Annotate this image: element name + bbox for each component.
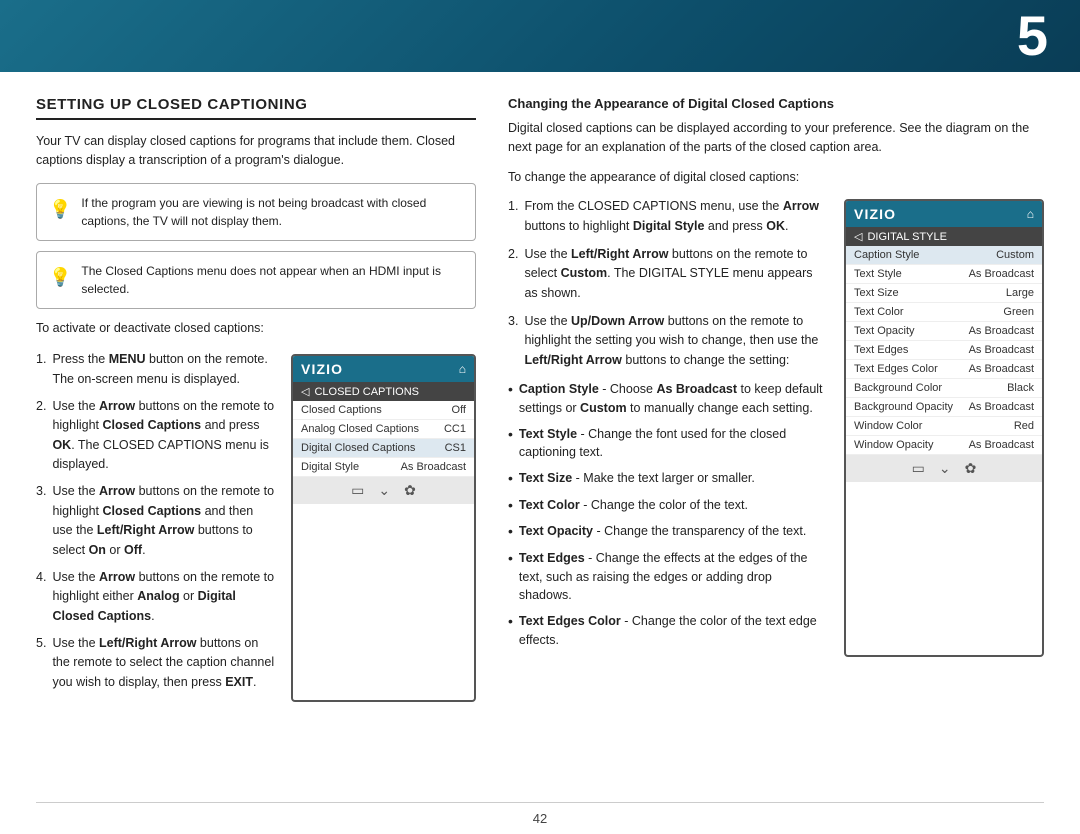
vizio-menu-header-right: VIZIO ⌂ bbox=[846, 201, 1042, 227]
tip-text-2: The Closed Captions menu does not appear… bbox=[81, 262, 463, 298]
menu-icon-settings: ✿ bbox=[404, 482, 416, 499]
page-number: 42 bbox=[36, 802, 1044, 826]
lightbulb-icon-2: 💡 bbox=[49, 264, 71, 291]
list-item: • Text Size - Make the text larger or sm… bbox=[508, 469, 828, 489]
steps-block: 1. Press the MENU button on the remote. … bbox=[36, 350, 476, 702]
list-item: 1. Press the MENU button on the remote. … bbox=[36, 350, 275, 389]
list-item: • Text Edges - Change the effects at the… bbox=[508, 549, 828, 605]
right-column: Changing the Appearance of Digital Close… bbox=[508, 96, 1044, 786]
list-item: 1. From the CLOSED CAPTIONS menu, use th… bbox=[508, 197, 828, 236]
list-item: 3. Use the Arrow buttons on the remote t… bbox=[36, 482, 275, 560]
chapter-number: 5 bbox=[1017, 8, 1048, 64]
section-title: SETTING UP CLOSED CAPTIONING bbox=[36, 96, 476, 120]
menu-row: Analog Closed Captions CC1 bbox=[293, 420, 474, 439]
menu-section-label-left: CLOSED CAPTIONS bbox=[314, 386, 419, 398]
list-item: 5. Use the Left/Right Arrow buttons on t… bbox=[36, 634, 275, 692]
steps-text: 1. Press the MENU button on the remote. … bbox=[36, 350, 275, 702]
list-item: • Text Edges Color - Change the color of… bbox=[508, 612, 828, 650]
left-column: SETTING UP CLOSED CAPTIONING Your TV can… bbox=[36, 96, 476, 786]
list-item: 4. Use the Arrow buttons on the remote t… bbox=[36, 568, 275, 626]
list-item: 2. Use the Arrow buttons on the remote t… bbox=[36, 397, 275, 475]
menu-icon-rect-r: ▭ bbox=[912, 460, 925, 477]
menu-row: Text Opacity As Broadcast bbox=[846, 322, 1042, 341]
menu-row: Text Edges Color As Broadcast bbox=[846, 360, 1042, 379]
vizio-logo-right: VIZIO bbox=[854, 206, 896, 222]
menu-icon-down: ⌄ bbox=[378, 482, 390, 499]
menu-row: Window Color Red bbox=[846, 417, 1042, 436]
menu-row: Background Color Black bbox=[846, 379, 1042, 398]
right-content-block: 1. From the CLOSED CAPTIONS menu, use th… bbox=[508, 197, 1044, 657]
vizio-menu-footer-left: ▭ ⌄ ✿ bbox=[293, 477, 474, 504]
activate-label: To activate or deactivate closed caption… bbox=[36, 319, 476, 338]
top-bar: 5 bbox=[0, 0, 1080, 72]
menu-row: Text Style As Broadcast bbox=[846, 265, 1042, 284]
steps-list: 1. Press the MENU button on the remote. … bbox=[36, 350, 275, 692]
vizio-menu-left: VIZIO ⌂ ◁ CLOSED CAPTIONS Closed Caption… bbox=[291, 354, 476, 702]
right-section-title: Changing the Appearance of Digital Close… bbox=[508, 96, 1044, 111]
menu-section-right: ◁ DIGITAL STYLE bbox=[846, 227, 1042, 246]
menu-row: Text Size Large bbox=[846, 284, 1042, 303]
right-intro-2: To change the appearance of digital clos… bbox=[508, 168, 1044, 187]
bullet-list: • Caption Style - Choose As Broadcast to… bbox=[508, 380, 828, 650]
list-item: 3. Use the Up/Down Arrow buttons on the … bbox=[508, 312, 828, 370]
home-icon-left: ⌂ bbox=[459, 362, 466, 376]
list-item: • Text Opacity - Change the transparency… bbox=[508, 522, 828, 542]
tip-text-1: If the program you are viewing is not be… bbox=[81, 194, 463, 230]
list-item: • Caption Style - Choose As Broadcast to… bbox=[508, 380, 828, 418]
right-intro-1: Digital closed captions can be displayed… bbox=[508, 119, 1044, 158]
vizio-logo-left: VIZIO bbox=[301, 361, 343, 377]
menu-icon-rect: ▭ bbox=[351, 482, 364, 499]
menu-row-highlighted: Caption Style Custom bbox=[846, 246, 1042, 265]
tip-box-1: 💡 If the program you are viewing is not … bbox=[36, 183, 476, 241]
menu-row: Text Color Green bbox=[846, 303, 1042, 322]
menu-row-highlighted: Digital Closed Captions CS1 bbox=[293, 439, 474, 458]
main-content: SETTING UP CLOSED CAPTIONING Your TV can… bbox=[0, 72, 1080, 802]
menu-icon-down-r: ⌄ bbox=[939, 460, 951, 477]
list-item: • Text Style - Change the font used for … bbox=[508, 425, 828, 463]
menu-icon-settings-r: ✿ bbox=[965, 460, 977, 477]
menu-row: Text Edges As Broadcast bbox=[846, 341, 1042, 360]
right-steps-list: 1. From the CLOSED CAPTIONS menu, use th… bbox=[508, 197, 828, 370]
list-item: • Text Color - Change the color of the t… bbox=[508, 496, 828, 516]
menu-section-label-right: DIGITAL STYLE bbox=[867, 231, 946, 243]
vizio-menu-right: VIZIO ⌂ ◁ DIGITAL STYLE Caption Style Cu… bbox=[844, 199, 1044, 657]
lightbulb-icon-1: 💡 bbox=[49, 196, 71, 223]
list-item: 2. Use the Left/Right Arrow buttons on t… bbox=[508, 245, 828, 303]
menu-section-left: ◁ CLOSED CAPTIONS bbox=[293, 382, 474, 401]
vizio-menu-footer-right: ▭ ⌄ ✿ bbox=[846, 455, 1042, 482]
menu-row: Background Opacity As Broadcast bbox=[846, 398, 1042, 417]
intro-text: Your TV can display closed captions for … bbox=[36, 132, 476, 171]
vizio-menu-header-left: VIZIO ⌂ bbox=[293, 356, 474, 382]
menu-row: Closed Captions Off bbox=[293, 401, 474, 420]
right-steps-text: 1. From the CLOSED CAPTIONS menu, use th… bbox=[508, 197, 828, 657]
tip-box-2: 💡 The Closed Captions menu does not appe… bbox=[36, 251, 476, 309]
menu-row: Window Opacity As Broadcast bbox=[846, 436, 1042, 455]
home-icon-right: ⌂ bbox=[1027, 207, 1034, 221]
menu-row: Digital Style As Broadcast bbox=[293, 458, 474, 477]
